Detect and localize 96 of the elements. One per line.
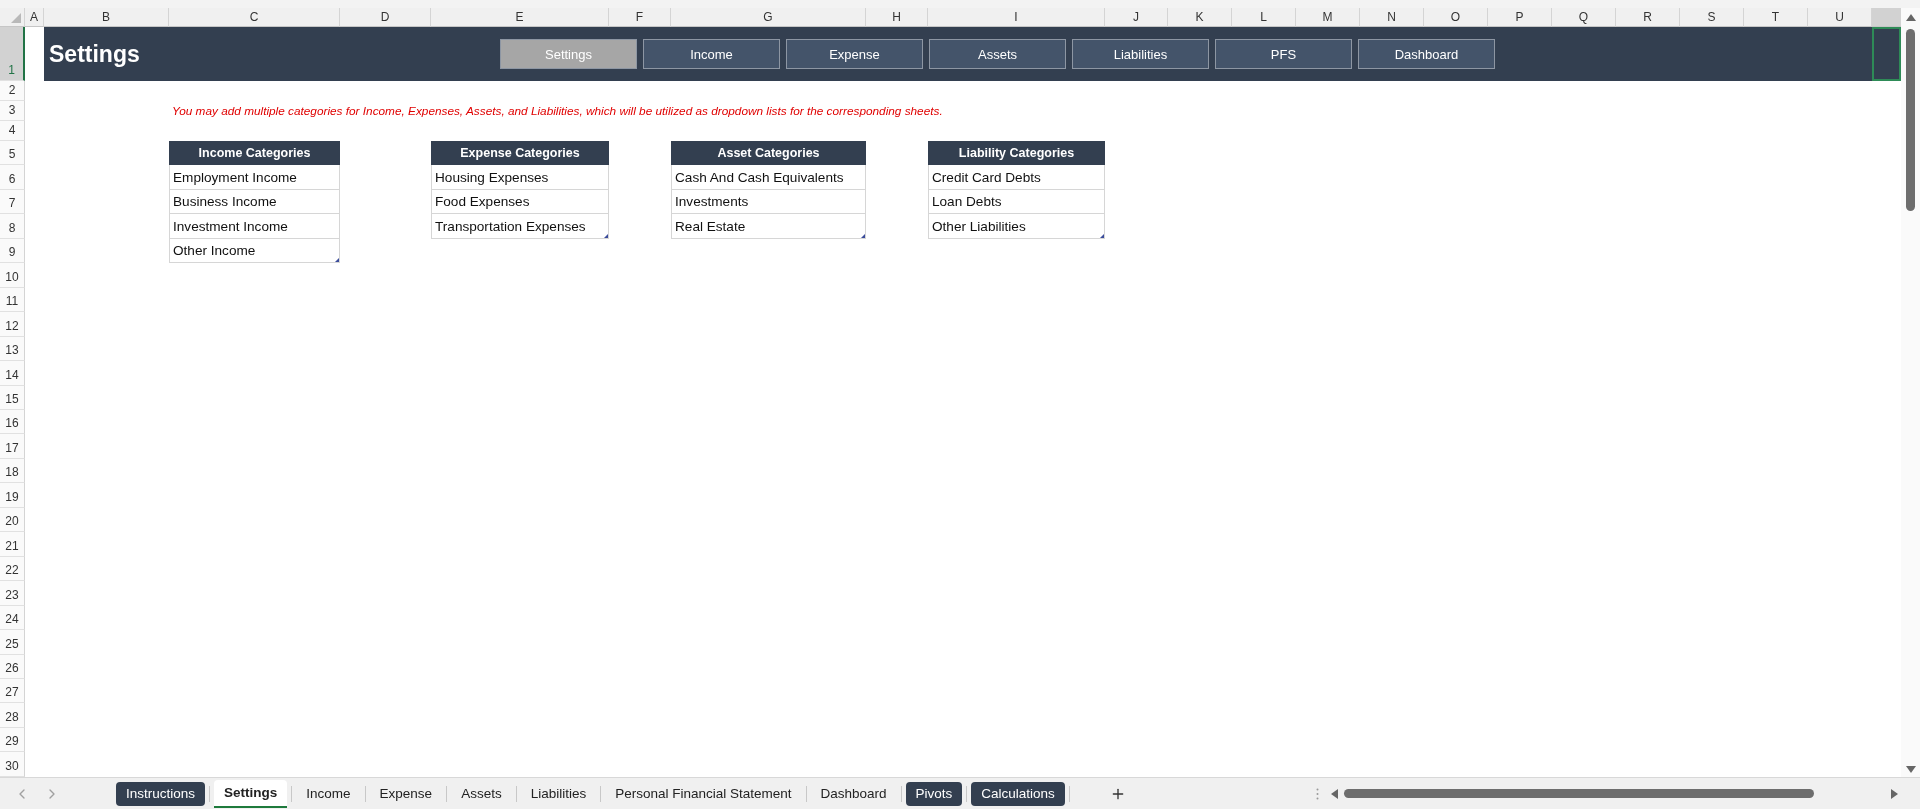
table-cell[interactable]: Employment Income [169, 165, 340, 190]
column-header[interactable]: E [431, 8, 609, 27]
sheet-tab[interactable]: Calculations [971, 781, 1065, 806]
sheet-tab[interactable]: Pivots [905, 781, 963, 806]
selected-cell[interactable] [1872, 27, 1901, 81]
table-cell[interactable]: Other Income [169, 238, 340, 264]
nav-button[interactable]: PFS [1215, 39, 1352, 69]
nav-button[interactable]: Liabilities [1072, 39, 1209, 69]
row-header[interactable]: 30 [0, 752, 25, 777]
row-header[interactable]: 27 [0, 678, 25, 704]
row-header[interactable]: 3 [0, 101, 25, 121]
column-header[interactable]: J [1105, 8, 1168, 27]
column-header[interactable]: C [169, 8, 340, 27]
scroll-up-icon[interactable] [1905, 14, 1916, 21]
row-header[interactable]: 14 [0, 361, 25, 386]
column-header[interactable]: K [1168, 8, 1232, 27]
column-header[interactable]: H [866, 8, 928, 27]
instruction-note: You may add multiple categories for Income, Expenses, Assets, and Liabilities, which will be utilized as dropdown lists for the corresponding sheets. [171, 104, 944, 118]
table-cell[interactable]: Real Estate [671, 214, 866, 239]
row-header[interactable]: 20 [0, 507, 25, 533]
sheet-tab[interactable]: Instructions [116, 781, 206, 806]
sheet-tab[interactable]: Liabilities [520, 781, 597, 806]
table-header: Liability Categories [928, 141, 1105, 166]
row-header[interactable]: 18 [0, 458, 25, 484]
column-header[interactable]: G [671, 8, 866, 27]
column-header[interactable]: O [1424, 8, 1488, 27]
table-cell[interactable]: Business Income [169, 189, 340, 215]
table-cell[interactable]: Food Expenses [431, 189, 609, 215]
column-header[interactable]: R [1616, 8, 1680, 27]
sheet-tab[interactable]: Settings [214, 779, 288, 808]
table-resize-handle[interactable] [335, 258, 339, 263]
scroll-right-icon[interactable] [1891, 788, 1898, 799]
column-header[interactable]: P [1488, 8, 1552, 27]
row-header[interactable]: 22 [0, 556, 25, 582]
table-header: Income Categories [169, 141, 340, 166]
column-header[interactable]: I [928, 8, 1105, 27]
row-header[interactable]: 29 [0, 727, 25, 753]
column-header[interactable]: Q [1552, 8, 1616, 27]
column-header[interactable]: N [1360, 8, 1424, 27]
sheet-title: Settings [49, 40, 141, 68]
sheet-tab[interactable]: Personal Financial Statement [605, 781, 802, 806]
nav-button[interactable]: Assets [929, 39, 1066, 69]
row-header[interactable]: 8 [0, 214, 25, 239]
table-cell[interactable]: Transportation Expenses [431, 214, 609, 239]
table-resize-handle[interactable] [1100, 233, 1104, 238]
table-cell[interactable]: Cash And Cash Equivalents [671, 165, 866, 190]
row-header[interactable]: 5 [0, 141, 25, 166]
column-header[interactable]: A [25, 8, 44, 27]
row-header[interactable]: 12 [0, 312, 25, 337]
column-header[interactable]: D [340, 8, 431, 27]
table-cell[interactable]: Loan Debts [928, 189, 1105, 215]
row-header[interactable]: 6 [0, 165, 25, 190]
row-header[interactable]: 9 [0, 238, 25, 264]
row-header[interactable]: 23 [0, 581, 25, 606]
column-header[interactable]: B [44, 8, 169, 27]
row-header[interactable]: 17 [0, 434, 25, 459]
scrollbar-thumb[interactable] [1906, 29, 1915, 211]
sheet-tab[interactable]: Expense [369, 781, 443, 806]
row-header[interactable]: 26 [0, 654, 25, 679]
nav-button[interactable]: Expense [786, 39, 923, 69]
nav-button[interactable]: Dashboard [1358, 39, 1495, 69]
row-header[interactable]: 21 [0, 532, 25, 557]
table-resize-handle[interactable] [861, 233, 865, 238]
row-header[interactable]: 11 [0, 287, 25, 313]
table-cell[interactable]: Credit Card Debts [928, 165, 1105, 190]
scroll-left-icon[interactable] [1330, 788, 1338, 799]
row-header[interactable]: 7 [0, 189, 25, 215]
nav-button[interactable]: Income [643, 39, 780, 69]
table-cell[interactable]: Investments [671, 189, 866, 215]
table-cell[interactable]: Investment Income [169, 214, 340, 239]
column-header[interactable]: T [1744, 8, 1808, 27]
column-header[interactable]: L [1232, 8, 1296, 27]
row-header[interactable]: 15 [0, 385, 25, 410]
column-header[interactable]: S [1680, 8, 1744, 27]
table-cell[interactable]: Housing Expenses [431, 165, 609, 190]
column-header[interactable]: F [609, 8, 671, 27]
row-header[interactable]: 24 [0, 605, 25, 631]
row-header[interactable]: 28 [0, 703, 25, 728]
row-header[interactable]: 4 [0, 121, 25, 141]
column-header[interactable]: U [1808, 8, 1872, 27]
scrollbar-thumb[interactable] [1343, 789, 1814, 798]
column-header[interactable]: M [1296, 8, 1360, 27]
row-header[interactable]: 2 [0, 81, 25, 101]
row-header[interactable]: 13 [0, 336, 25, 362]
row-header[interactable]: 16 [0, 410, 25, 435]
sheet-tab[interactable]: Dashboard [810, 781, 897, 806]
sheet-tab[interactable]: Income [296, 781, 361, 806]
row-header[interactable]: 1 [0, 27, 25, 81]
row-header[interactable]: 19 [0, 483, 25, 508]
row-header[interactable]: 10 [0, 263, 25, 288]
table-header: Expense Categories [431, 141, 609, 166]
table-header: Asset Categories [671, 141, 866, 166]
row-header[interactable]: 25 [0, 630, 25, 655]
table-cell[interactable]: Other Liabilities [928, 214, 1105, 239]
sheet-tab[interactable]: Assets [451, 781, 512, 806]
table-resize-handle[interactable] [604, 233, 608, 238]
